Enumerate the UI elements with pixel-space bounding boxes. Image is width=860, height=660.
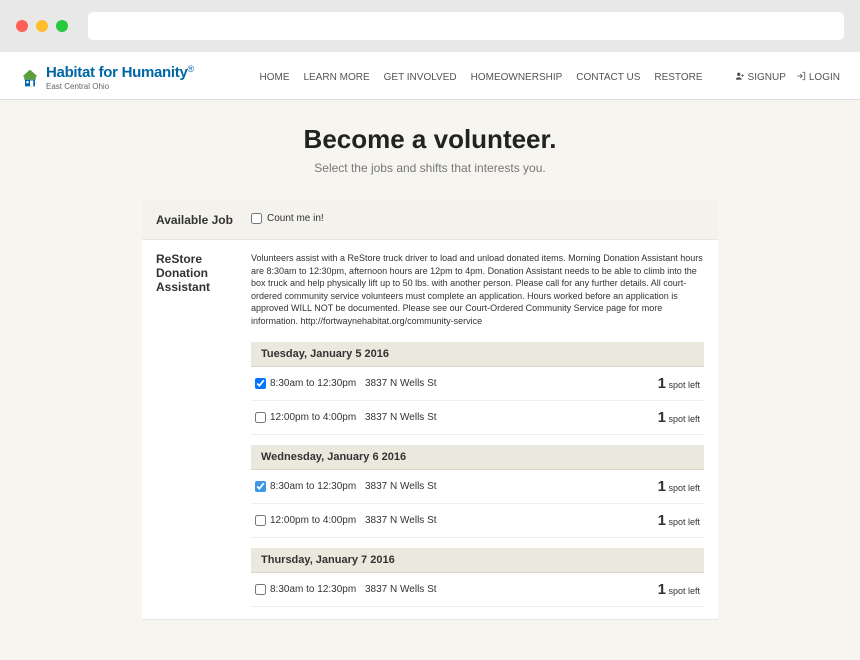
jobs-panel: Available Job Count me in! ReStore Donat… xyxy=(142,201,718,620)
shift-location: 3837 N Wells St xyxy=(365,378,485,389)
url-bar[interactable] xyxy=(88,12,844,40)
dates-container: Tuesday, January 5 20168:30am to 12:30pm… xyxy=(251,342,704,607)
shift-checkbox[interactable] xyxy=(255,378,266,389)
shift-row: 8:30am to 12:30pm 3837 N Wells St 1 spot l… xyxy=(251,470,704,504)
shift-location: 3837 N Wells St xyxy=(365,584,485,595)
nav-restore[interactable]: RESTORE xyxy=(654,72,702,83)
shift-time-label: 8:30am to 12:30pm xyxy=(270,378,356,389)
page-title: Become a volunteer. xyxy=(20,124,840,155)
window-minimize-button[interactable] xyxy=(36,20,48,32)
logo-reg: ® xyxy=(188,64,195,74)
window-close-button[interactable] xyxy=(16,20,28,32)
shift-checkbox[interactable] xyxy=(255,584,266,595)
signup-link[interactable]: SIGNUP xyxy=(735,71,786,84)
content-area: Become a volunteer. Select the jobs and … xyxy=(0,100,860,660)
shift-time-label: 8:30am to 12:30pm xyxy=(270,584,356,595)
date-header: Wednesday, January 6 2016 xyxy=(251,445,704,470)
nav-homeownership[interactable]: HOMEOWNERSHIP xyxy=(471,72,563,83)
signup-label: SIGNUP xyxy=(748,72,786,83)
browser-chrome xyxy=(0,0,860,52)
shift-spots: 1 spot left xyxy=(658,375,700,392)
shift-row: 8:30am to 12:30pm 3837 N Wells St 1 spot l… xyxy=(251,367,704,401)
shift-spots: 1 spot left xyxy=(658,409,700,426)
shift-row: 12:00pm to 4:00pm 3837 N Wells St 1 spot l… xyxy=(251,504,704,538)
page-subtitle: Select the jobs and shifts that interest… xyxy=(20,161,840,175)
shift-row: 8:30am to 12:30pm 3837 N Wells St 1 spot l… xyxy=(251,573,704,607)
logo[interactable]: Habitat for Humanity® East Central Ohio xyxy=(20,64,194,91)
available-job-row: Available Job Count me in! xyxy=(142,201,718,240)
job-description: Volunteers assist with a ReStore truck d… xyxy=(251,252,704,328)
shift-time-label: 8:30am to 12:30pm xyxy=(270,481,356,492)
shift-location: 3837 N Wells St xyxy=(365,412,485,423)
job-title: ReStore Donation Assistant xyxy=(156,252,251,294)
job-section: ReStore Donation Assistant Volunteers as… xyxy=(142,240,718,620)
site-header: Habitat for Humanity® East Central Ohio … xyxy=(0,52,860,100)
shift-spots: 1 spot left xyxy=(658,581,700,598)
login-label: LOGIN xyxy=(809,72,840,83)
shift-spots: 1 spot left xyxy=(658,512,700,529)
login-icon xyxy=(796,71,806,84)
date-header: Thursday, January 7 2016 xyxy=(251,548,704,573)
count-me-in-label: Count me in! xyxy=(267,213,324,224)
available-job-title: Available Job xyxy=(156,213,251,227)
nav-learn-more[interactable]: LEARN MORE xyxy=(304,72,370,83)
shift-checkbox[interactable] xyxy=(255,515,266,526)
logo-main-text: Habitat for Humanity xyxy=(46,64,188,81)
shift-row: 12:00pm to 4:00pm 3837 N Wells St 1 spot l… xyxy=(251,401,704,435)
logo-sub-text: East Central Ohio xyxy=(46,82,194,91)
shift-location: 3837 N Wells St xyxy=(365,481,485,492)
nav-contact-us[interactable]: CONTACT US xyxy=(576,72,640,83)
shift-location: 3837 N Wells St xyxy=(365,515,485,526)
shift-checkbox[interactable] xyxy=(255,412,266,423)
shift-checkbox[interactable] xyxy=(255,481,266,492)
hero: Become a volunteer. Select the jobs and … xyxy=(0,100,860,201)
nav-home[interactable]: HOME xyxy=(260,72,290,83)
login-link[interactable]: LOGIN xyxy=(796,71,840,84)
habitat-icon xyxy=(20,68,40,88)
shift-time-label: 12:00pm to 4:00pm xyxy=(270,515,356,526)
count-me-in-row[interactable]: Count me in! xyxy=(251,213,704,224)
window-maximize-button[interactable] xyxy=(56,20,68,32)
shift-time-label: 12:00pm to 4:00pm xyxy=(270,412,356,423)
main-nav: HOME LEARN MORE GET INVOLVED HOMEOWNERSH… xyxy=(260,71,841,84)
user-plus-icon xyxy=(735,71,745,84)
count-me-in-checkbox[interactable] xyxy=(251,213,262,224)
date-header: Tuesday, January 5 2016 xyxy=(251,342,704,367)
shift-spots: 1 spot left xyxy=(658,478,700,495)
job-details: Volunteers assist with a ReStore truck d… xyxy=(251,252,704,607)
nav-get-involved[interactable]: GET INVOLVED xyxy=(384,72,457,83)
